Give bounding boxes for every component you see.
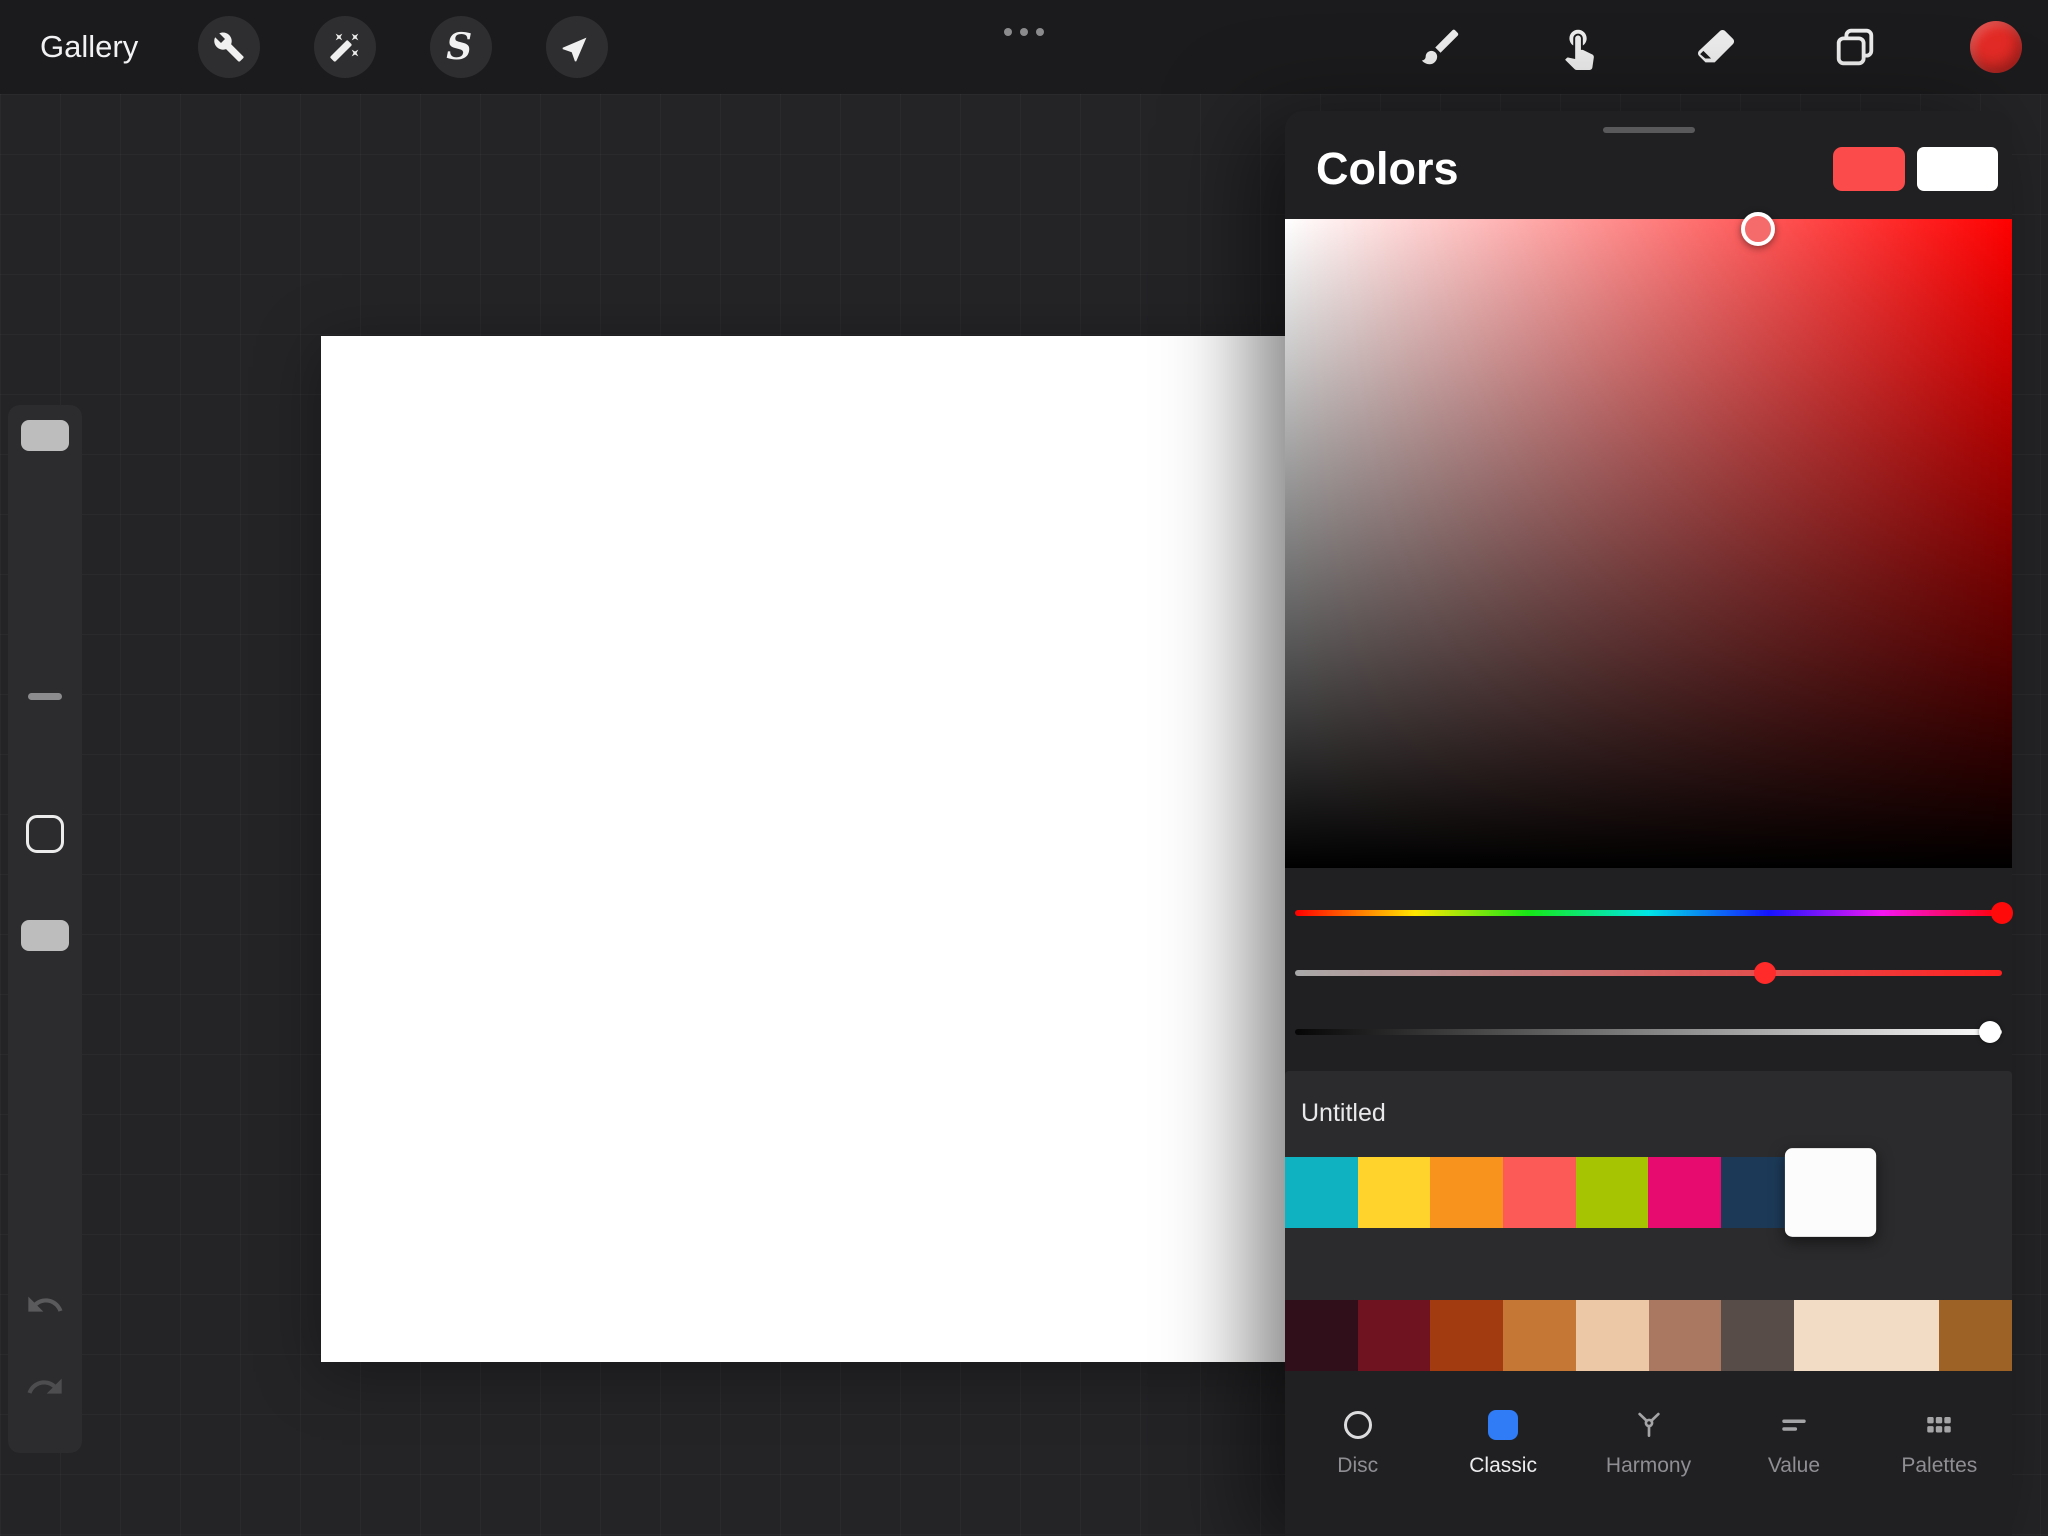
palette-section: Untitled (1285, 1071, 2012, 1371)
tab-label-palettes: Palettes (1901, 1454, 1977, 1478)
active-color-button[interactable] (1970, 21, 2022, 73)
wrench-icon (213, 31, 245, 63)
palette-swatch[interactable] (1649, 1300, 1722, 1371)
brightness-slider[interactable] (1295, 1029, 2002, 1035)
undo-arrow-icon (25, 1285, 65, 1325)
classic-icon (1488, 1410, 1518, 1440)
tab-classic[interactable]: Classic (1430, 1395, 1575, 1521)
palette-swatch[interactable] (1576, 1300, 1649, 1371)
actions-button[interactable] (198, 16, 260, 78)
palette-swatch[interactable] (1576, 1157, 1649, 1228)
brush-icon (1418, 24, 1464, 70)
transform-button[interactable] (546, 16, 608, 78)
tab-harmony[interactable]: Harmony (1576, 1395, 1721, 1521)
saturation-brightness-square[interactable] (1285, 219, 2012, 868)
harmony-icon (1633, 1409, 1665, 1441)
tab-label-harmony: Harmony (1606, 1454, 1691, 1478)
saturation-knob[interactable] (1754, 962, 1776, 984)
palette-swatch[interactable] (1358, 1300, 1431, 1371)
tab-label-disc: Disc (1337, 1454, 1378, 1478)
disc-icon (1344, 1411, 1372, 1439)
adjustments-button[interactable] (314, 16, 376, 78)
gallery-button[interactable]: Gallery (40, 29, 138, 65)
hue-knob[interactable] (1991, 902, 2013, 924)
layers-icon (1832, 24, 1878, 70)
selection-button[interactable]: S (430, 16, 492, 78)
palette-swatch[interactable] (1430, 1300, 1503, 1371)
brush-size-slider-handle[interactable] (21, 420, 69, 451)
previous-color-swatch[interactable] (1917, 147, 1998, 191)
palette-swatch[interactable] (1721, 1157, 1794, 1228)
current-color-swatch[interactable] (1833, 147, 1905, 191)
panel-drag-handle[interactable] (1603, 127, 1695, 133)
top-toolbar: Gallery S (0, 0, 2048, 94)
tab-palettes[interactable]: Palettes (1867, 1395, 2012, 1521)
palette-swatch[interactable] (1721, 1300, 1794, 1371)
more-options-button[interactable] (998, 22, 1050, 42)
selection-s-icon: S (446, 29, 476, 65)
tab-disc[interactable]: Disc (1285, 1395, 1430, 1521)
active-color-circle (1970, 21, 2022, 73)
color-mode-tabs: Disc Classic Harmony Value Pa (1285, 1395, 2012, 1521)
eraser-icon (1694, 24, 1740, 70)
palette-swatch[interactable] (1358, 1157, 1431, 1228)
panel-title: Colors (1316, 141, 1459, 197)
palette-swatch[interactable] (1785, 1148, 1876, 1237)
drawing-canvas[interactable] (321, 336, 1360, 1362)
palette-swatch[interactable] (1503, 1157, 1576, 1228)
sidebar (8, 405, 82, 1453)
smudge-tool-button[interactable] (1556, 24, 1602, 70)
brush-tool-button[interactable] (1418, 24, 1464, 70)
layers-button[interactable] (1832, 24, 1878, 70)
palette-swatch[interactable] (1794, 1300, 1867, 1371)
tab-label-classic: Classic (1469, 1454, 1537, 1478)
color-picker-knob[interactable] (1741, 212, 1775, 246)
redo-button[interactable] (25, 1367, 65, 1407)
palette-swatch[interactable] (1867, 1300, 1940, 1371)
colors-panel: Colors Untitled Disc Classic Harm (1285, 111, 2012, 1536)
opacity-slider-handle[interactable] (21, 920, 69, 951)
slider-tick (28, 693, 62, 700)
magic-wand-icon (329, 31, 361, 63)
palette-swatch[interactable] (1285, 1300, 1358, 1371)
eraser-tool-button[interactable] (1694, 24, 1740, 70)
palette-row-2 (1285, 1300, 2012, 1371)
modify-button[interactable] (26, 815, 64, 853)
palettes-grid-icon (1923, 1409, 1955, 1441)
palette-row-1 (1285, 1157, 2012, 1228)
redo-arrow-icon (25, 1367, 65, 1407)
tab-label-value: Value (1768, 1454, 1820, 1478)
palette-swatch[interactable] (1285, 1157, 1358, 1228)
palette-name: Untitled (1301, 1099, 1386, 1128)
ellipsis-icon (1004, 28, 1012, 36)
hue-slider[interactable] (1295, 910, 2002, 916)
palette-swatch[interactable] (1430, 1157, 1503, 1228)
smudge-finger-icon (1556, 24, 1602, 70)
palette-swatch[interactable] (1648, 1157, 1721, 1228)
saturation-slider[interactable] (1295, 970, 2002, 976)
palette-swatch[interactable] (1503, 1300, 1576, 1371)
palette-swatch[interactable] (1939, 1300, 2012, 1371)
tab-value[interactable]: Value (1721, 1395, 1866, 1521)
transform-arrow-icon (561, 31, 593, 63)
undo-button[interactable] (25, 1285, 65, 1325)
value-icon (1778, 1409, 1810, 1441)
brightness-knob[interactable] (1979, 1021, 2001, 1043)
